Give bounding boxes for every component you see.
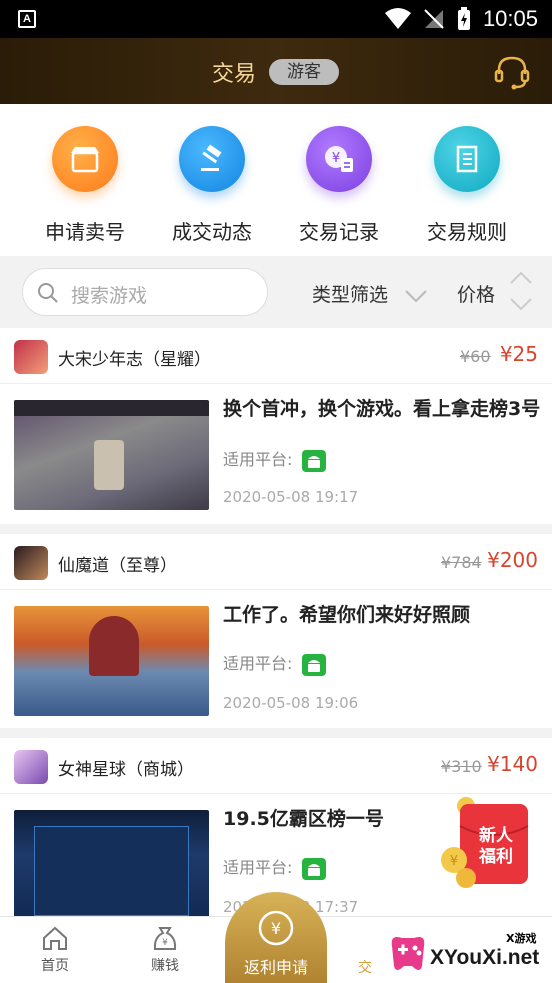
game-name: 女神星球（商城） (58, 760, 194, 780)
tab-label: 赚钱 (151, 958, 179, 974)
site-watermark: X游戏 XYouXi.net (382, 928, 552, 983)
sale-price: ¥25 (499, 342, 538, 366)
rebate-apply-label: 返利申请 (243, 958, 308, 977)
top-header: 交易 游客 (0, 38, 552, 104)
deals-feed-button[interactable]: 成交动态 (152, 126, 272, 245)
quick-actions: 申请卖号 成交动态 ¥ 交易记录 交易规则 (0, 104, 552, 256)
battery-charging-icon (457, 7, 470, 30)
rebate-apply-button[interactable]: ¥ 返利申请 (225, 892, 327, 983)
platform-row: 适用平台: (223, 446, 326, 472)
android-icon (301, 857, 326, 880)
apply-sell-button[interactable]: 申请卖号 (25, 126, 145, 245)
no-signal-icon (424, 9, 444, 29)
watermark-brand: XYouXi.net (430, 946, 540, 969)
listing-header: 仙魔道（至尊） ¥784 ¥200 (0, 534, 552, 590)
search-placeholder: 搜索游戏 (71, 285, 148, 307)
game-name: 大宋少年志（星耀） (58, 350, 211, 370)
guest-badge[interactable]: 游客 (269, 59, 339, 85)
svg-text:¥: ¥ (271, 919, 281, 938)
rebate-coin-icon: ¥ (258, 910, 294, 946)
filter-bar: 搜索游戏 类型筛选 价格 (0, 256, 552, 328)
price-sort-label: 价格 (457, 284, 496, 306)
home-icon (43, 926, 67, 950)
document-icon (434, 126, 500, 192)
type-filter-label: 类型筛选 (312, 284, 389, 306)
game-screenshot (14, 606, 209, 716)
quick-label: 成交动态 (172, 220, 252, 244)
listing-time: 2020-05-08 19:17 (223, 488, 359, 506)
promo-line2: 福利 (479, 847, 513, 867)
app-notification-icon: A (18, 10, 36, 28)
tab-trade[interactable]: 交 (345, 957, 385, 977)
svg-text:¥: ¥ (450, 854, 458, 869)
gavel-icon (179, 126, 245, 192)
gamepad-logo-icon (391, 937, 425, 970)
store-icon (52, 126, 118, 192)
listing-title: 换个首冲，换个游戏。看上拿走榜3号 (223, 398, 541, 420)
listing-title: 工作了。希望你们来好好照顾 (223, 604, 471, 626)
svg-text:¥: ¥ (162, 938, 168, 948)
game-icon (14, 546, 48, 580)
listing-card[interactable]: 仙魔道（至尊） ¥784 ¥200 工作了。希望你们来好好照顾 适用平台: 20… (0, 534, 552, 728)
customer-service-icon[interactable] (492, 52, 532, 92)
wifi-icon (384, 8, 411, 29)
platform-row: 适用平台: (223, 650, 326, 676)
game-screenshot (14, 400, 209, 510)
status-bar: A 10:05 (0, 0, 552, 38)
tab-label: 首页 (41, 958, 69, 974)
android-icon (301, 449, 326, 472)
listing-card[interactable]: 大宋少年志（星耀） ¥60 ¥25 换个首冲，换个游戏。看上拿走榜3号 适用平台… (0, 328, 552, 524)
type-filter-dropdown[interactable]: 类型筛选 (312, 280, 428, 307)
search-input[interactable]: 搜索游戏 (22, 268, 268, 316)
listing-header: 大宋少年志（星耀） ¥60 ¥25 (0, 328, 552, 384)
listing-time: 2020-05-08 19:06 (223, 694, 359, 712)
watermark-small-text: X游戏 (506, 932, 537, 945)
platform-row: 适用平台: (223, 854, 326, 880)
sort-arrows-icon[interactable] (508, 270, 534, 312)
clock: 10:05 (482, 6, 538, 31)
tab-earn[interactable]: ¥ 赚钱 (125, 925, 205, 975)
original-price: ¥310 (441, 757, 482, 776)
game-name: 仙魔道（至尊） (58, 556, 177, 576)
trade-records-button[interactable]: ¥ 交易记录 (279, 126, 399, 245)
tab-home[interactable]: 首页 (15, 925, 95, 975)
search-icon (38, 283, 58, 303)
quick-label: 申请卖号 (45, 220, 125, 244)
divider (0, 728, 552, 738)
original-price: ¥784 (441, 553, 482, 572)
quick-label: 交易记录 (299, 220, 379, 244)
game-icon (14, 340, 48, 374)
platform-label: 适用平台: (223, 858, 293, 877)
platform-label: 适用平台: (223, 450, 293, 469)
platform-label: 适用平台: (223, 654, 293, 673)
game-icon (14, 750, 48, 784)
divider (0, 524, 552, 534)
svg-text:¥: ¥ (332, 151, 340, 166)
trade-rules-button[interactable]: 交易规则 (407, 126, 527, 245)
tab-label: 交 (358, 960, 372, 976)
sale-price: ¥140 (487, 752, 538, 776)
page-title: 交易 (212, 62, 257, 87)
listing-header: 女神星球（商城） ¥310 ¥140 (0, 738, 552, 794)
receipt-yen-icon: ¥ (306, 126, 372, 192)
android-icon (301, 653, 326, 676)
sale-price: ¥200 (487, 548, 538, 572)
promo-line1: 新人 (479, 826, 513, 846)
game-screenshot (14, 810, 209, 916)
money-bag-icon: ¥ (153, 927, 177, 950)
price-sort[interactable]: 价格 (457, 280, 495, 307)
new-user-promo[interactable]: ¥ 新人 福利 (440, 796, 540, 892)
original-price: ¥60 (460, 347, 491, 366)
quick-label: 交易规则 (427, 220, 507, 244)
chevron-down-icon (405, 289, 427, 302)
